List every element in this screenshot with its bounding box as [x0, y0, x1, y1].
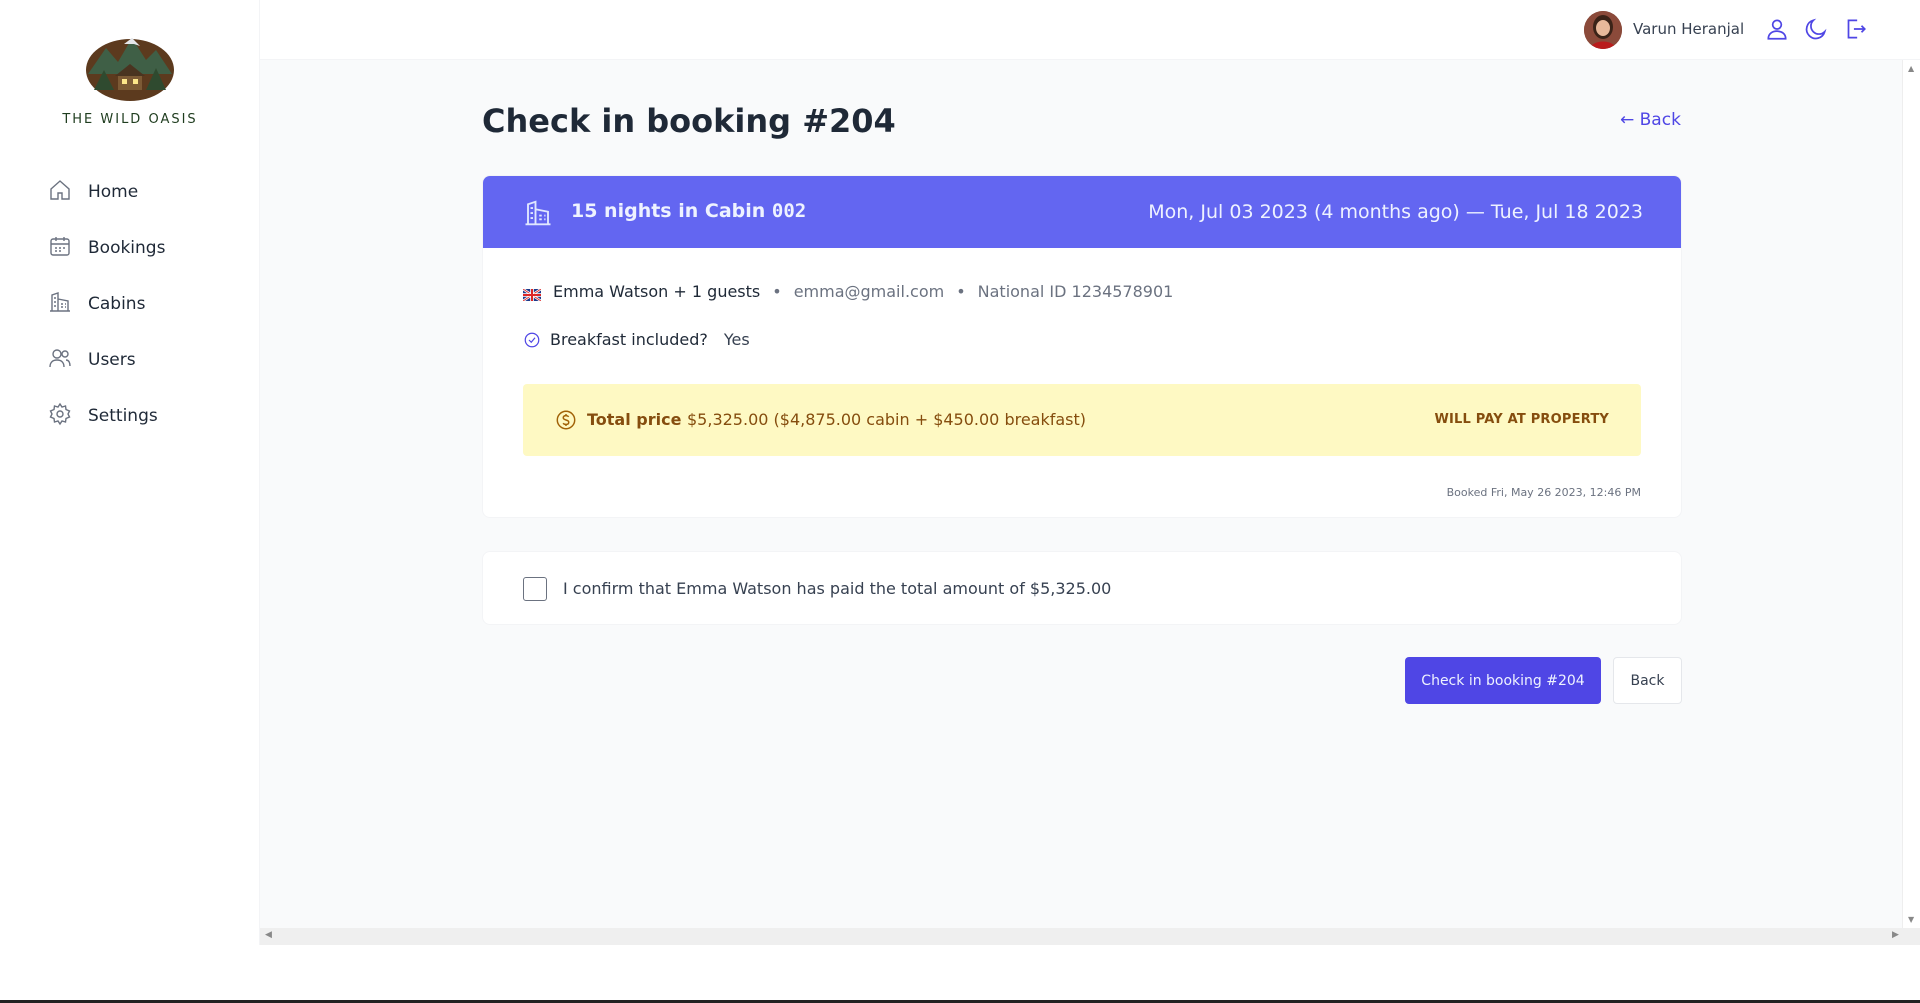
sidebar-item-label: Bookings	[88, 238, 166, 258]
uk-flag-icon	[522, 286, 542, 302]
guest-name: Emma Watson + 1 guests	[553, 282, 761, 301]
nights-text: 15 nights in Cabin	[571, 200, 766, 222]
cabin-icon	[523, 198, 553, 228]
top-header: Varun Heranjal	[260, 0, 1920, 60]
sidebar-item-bookings[interactable]: Bookings	[36, 220, 236, 276]
sidebar-item-cabins[interactable]: Cabins	[36, 276, 236, 332]
sidebar-item-label: Cabins	[88, 294, 146, 314]
scroll-right-arrow-icon[interactable]: ▶	[1892, 930, 1899, 940]
logo-text: THE WILD OASIS	[62, 112, 198, 127]
price-label: Total price	[587, 410, 682, 429]
avatar	[1584, 11, 1622, 49]
sidebar: THE WILD OASIS Home Bookings Cabins User…	[0, 0, 260, 1003]
moon-icon[interactable]	[1803, 16, 1829, 42]
sidebar-item-home[interactable]: Home	[36, 164, 236, 220]
checkin-button[interactable]: Check in booking #204	[1405, 657, 1601, 704]
guest-row: Emma Watson + 1 guests • emma@gmail.com …	[522, 282, 1174, 302]
cabin-number: 002	[771, 200, 807, 222]
user-icon[interactable]	[1764, 16, 1790, 42]
breakfast-row: Breakfast included? Yes	[523, 330, 750, 349]
gear-icon	[48, 402, 88, 431]
confirm-payment-box: I confirm that Emma Watson has paid the …	[482, 551, 1682, 625]
scroll-left-arrow-icon[interactable]: ◀	[265, 930, 272, 940]
sidebar-item-users[interactable]: Users	[36, 332, 236, 388]
scroll-up-arrow-icon[interactable]: ▲	[1908, 64, 1914, 73]
calendar-icon	[48, 234, 88, 263]
booking-dates: Mon, Jul 03 2023 (4 months ago) — Tue, J…	[1148, 201, 1643, 223]
booking-header: 15 nights in Cabin 002 Mon, Jul 03 2023 …	[483, 176, 1681, 248]
page-title: Check in booking #204	[482, 102, 896, 140]
breakfast-label: Breakfast included?	[550, 330, 708, 349]
sidebar-item-label: Settings	[88, 406, 158, 426]
separator-dot: •	[772, 282, 782, 301]
sidebar-item-label: Home	[88, 182, 139, 202]
main-nav: Home Bookings Cabins Users Settings	[36, 164, 236, 444]
vertical-scrollbar[interactable]: ▲ ▼	[1902, 60, 1920, 928]
guest-email: emma@gmail.com	[793, 282, 945, 301]
users-icon	[48, 346, 88, 375]
sidebar-item-settings[interactable]: Settings	[36, 388, 236, 444]
check-circle-icon	[523, 331, 541, 349]
dollar-circle-icon	[555, 409, 577, 431]
logout-icon[interactable]	[1842, 16, 1868, 42]
separator-dot: •	[956, 282, 966, 301]
price-box: Total price $5,325.00 ($4,875.00 cabin +…	[523, 384, 1641, 456]
booked-date: Booked Fri, May 26 2023, 12:46 PM	[1446, 486, 1641, 499]
back-link[interactable]: ← Back	[1620, 110, 1681, 130]
cabin-icon	[48, 290, 88, 319]
breakfast-value: Yes	[723, 330, 750, 349]
confirm-paid-label[interactable]: I confirm that Emma Watson has paid the …	[563, 579, 1111, 598]
sidebar-item-label: Users	[88, 350, 136, 370]
back-button[interactable]: Back	[1613, 657, 1682, 704]
user-name: Varun Heranjal	[1633, 20, 1745, 38]
booking-data-box: 15 nights in Cabin 002 Mon, Jul 03 2023 …	[482, 175, 1682, 518]
scroll-down-arrow-icon[interactable]: ▼	[1908, 915, 1914, 924]
nights-summary: 15 nights in Cabin 002	[571, 200, 806, 222]
national-id: National ID 1234578901	[977, 282, 1174, 301]
payment-status: WILL PAY AT PROPERTY	[1434, 412, 1609, 427]
home-icon	[48, 178, 88, 207]
price-value: $5,325.00 ($4,875.00 cabin + $450.00 bre…	[687, 410, 1087, 429]
logo	[84, 30, 176, 102]
window-bottom-area	[0, 945, 1920, 1000]
horizontal-scrollbar[interactable]: ◀ ▶	[260, 928, 1920, 945]
confirm-paid-checkbox[interactable]	[523, 577, 547, 601]
